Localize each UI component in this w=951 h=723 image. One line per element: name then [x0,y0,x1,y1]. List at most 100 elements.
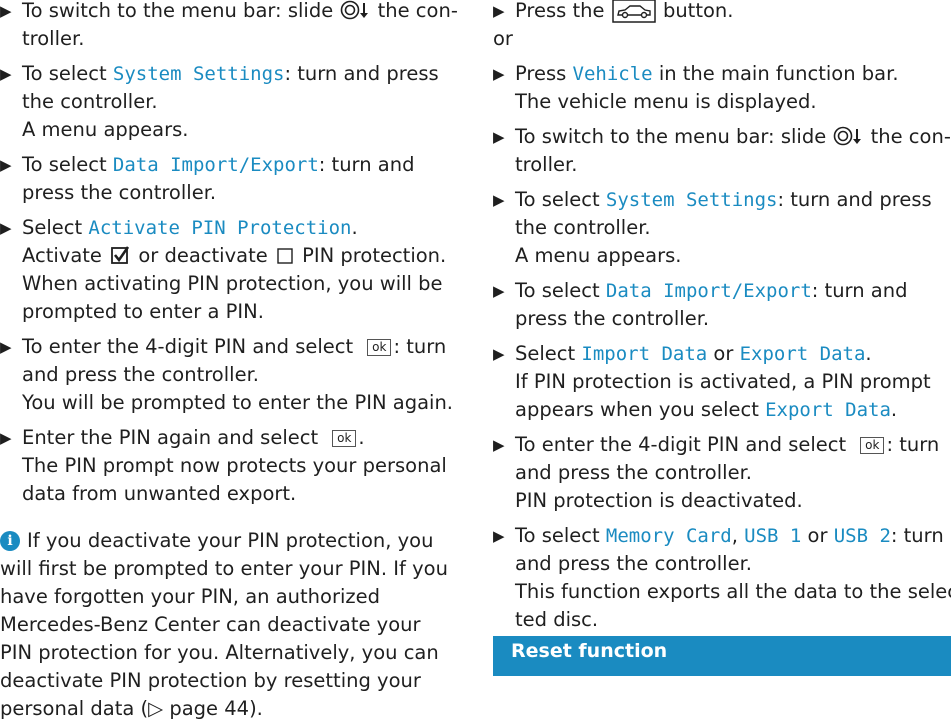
step-line: To switch to the menu bar: slide the con… [515,123,951,151]
step-line: Press Vehicle in the main function bar. [515,60,951,88]
step-line: ted disc. [515,608,599,631]
step-text: : turn and press [777,188,932,211]
step-text: or [713,342,734,365]
menu-term-vehicle: Vehicle [572,63,653,85]
triangle-right-icon: ▶ [0,2,12,20]
step-select-data-import-export: ▶ To select Data Import/Export: turn and… [0,151,448,207]
info-line: personal data (▷ page 44). [0,695,448,723]
step-line: PIN protection is deactivated. [515,489,803,512]
step-text: To switch to the menu bar: slide [515,125,827,148]
step-text: . [865,342,872,365]
info-line: will first be prompted to enter your PIN… [0,557,448,580]
step-line: To select Data Import/Export: turn and [22,151,448,179]
menu-term-export-data: Export Data [765,399,891,421]
step-text: or deactivate [138,244,268,267]
triangle-right-icon: ▶ [493,128,505,146]
step-text: Press the [515,0,605,22]
step-select-data-import-export: ▶ To select Data Import/Export: turn and… [493,277,951,333]
info-text: ). [249,697,263,720]
menu-term-usb-2: USB 2 [833,525,891,547]
step-line: The vehicle menu is displayed. [515,90,817,113]
step-text: To select [22,153,107,176]
page-reference-link[interactable]: ▷ page 44 [148,697,249,720]
step-line: The PIN prompt now protects your persona… [22,454,447,477]
step-line: You will be prompted to enter the PIN ag… [22,391,454,414]
step-line: the controller. [515,216,651,239]
menu-term-export-data: Export Data [739,343,866,365]
step-line: This function exports all the data to th… [515,580,951,603]
step-line: data from unwanted export. [22,482,297,505]
step-text: appears when you select [515,398,759,421]
step-text: the con- [870,125,951,148]
step-text: : turn [886,433,940,456]
step-select-system-settings: ▶ To select System Settings: turn and pr… [493,186,951,270]
step-line: When activating PIN protection, you will… [22,272,443,295]
info-note: i If you deactivate your PIN protection,… [0,527,448,723]
menu-term-usb-1: USB 1 [744,525,802,547]
menu-term-memory-card: Memory Card [605,525,732,547]
step-text: To select [22,62,107,85]
controller-slide-down-icon [834,126,862,146]
step-text: , [731,524,738,547]
step-press-vehicle: ▶ Press Vehicle in the main function bar… [493,60,951,116]
step-line: To enter the 4-digit PIN and select ok: t… [515,431,951,459]
section-header-reset-function: Reset function [493,636,951,676]
step-line: Activate or deactivate PIN protection. [22,242,448,270]
triangle-right-icon: ▶ [0,156,12,174]
triangle-right-icon: ▶ [493,2,505,20]
ok-key: ok [332,430,357,447]
step-line: To select System Settings: turn and pres… [515,186,951,214]
step-line: Select Activate PIN Protection. [22,214,448,242]
step-press-vehicle-button: ▶ Press the button. [493,0,951,25]
step-text: To select [515,279,600,302]
step-select-target-medium: ▶ To select Memory Card, USB 1 or USB 2:… [493,522,951,634]
step-text: Activate [22,244,102,267]
step-text: in the main function bar. [658,62,899,85]
menu-term-system-settings: System Settings [605,189,778,211]
menu-term-import-data: Import Data [581,343,708,365]
or-separator: or [493,27,513,50]
triangle-right-icon: ▶ [0,219,12,237]
step-line: To switch to the menu bar: slide the con… [22,0,458,25]
step-text: Select [515,342,576,365]
car-button-icon [611,0,656,23]
step-text: : turn [890,524,944,547]
step-activate-pin-protection: ▶ Select Activate PIN Protection. Activa… [0,214,448,326]
info-line: Mercedes-Benz Center can deactivate your [0,613,421,636]
step-enter-pin-again: ▶ Enter the PIN again and select ok. The … [0,424,448,508]
step-line: To select Memory Card, USB 1 or USB 2: t… [515,522,951,550]
menu-term-data-import-export: Data Import/Export [112,154,319,176]
step-enter-pin: ▶ To enter the 4-digit PIN and select ok:… [493,431,951,515]
menu-term-data-import-export: Data Import/Export [605,280,812,302]
controller-slide-down-icon [341,0,369,20]
step-text: To switch to the menu bar: slide [22,0,334,22]
step-text: : turn and press [284,62,439,85]
info-line: PIN protection for you. Alternatively, y… [0,641,439,664]
left-column: ▶ To switch to the menu bar: slide the c… [0,0,458,723]
triangle-right-icon: ▶ [0,65,12,83]
step-line: prompted to enter a PIN. [22,300,264,323]
step-line: and press the controller. [22,363,259,386]
step-line: To enter the 4-digit PIN and select ok: t… [22,333,448,361]
step-line: If PIN protection is activated, a PIN pr… [515,370,931,393]
step-text: : turn [393,335,447,358]
step-text: To select [515,188,600,211]
step-line: troller. [515,153,578,176]
step-text: To select [515,524,600,547]
triangle-right-icon: ▶ [493,345,505,363]
step-line: troller. [22,27,85,50]
step-text: : turn and [318,153,415,176]
triangle-right-icon: ▶ [493,65,505,83]
step-switch-menu-bar: ▶ To switch to the menu bar: slide the c… [493,123,951,179]
info-line: If you deactivate your PIN protection, y… [27,529,434,552]
right-column: ▶ Press the button. or ▶ Press Vehicle i… [493,0,951,641]
step-select-import-export-data: ▶ Select Import Data or Export Data. If … [493,340,951,424]
step-line: Press the button. [515,0,951,25]
step-text: PIN protection. [302,244,447,267]
info-line: have forgotten your PIN, an authorized [0,585,381,608]
info-text: personal data ( [0,697,149,720]
info-line: deactivate PIN protection by resetting y… [0,669,421,692]
step-text: : turn and [811,279,908,302]
section-title: Reset function [511,640,668,662]
step-line: the controller. [22,90,158,113]
